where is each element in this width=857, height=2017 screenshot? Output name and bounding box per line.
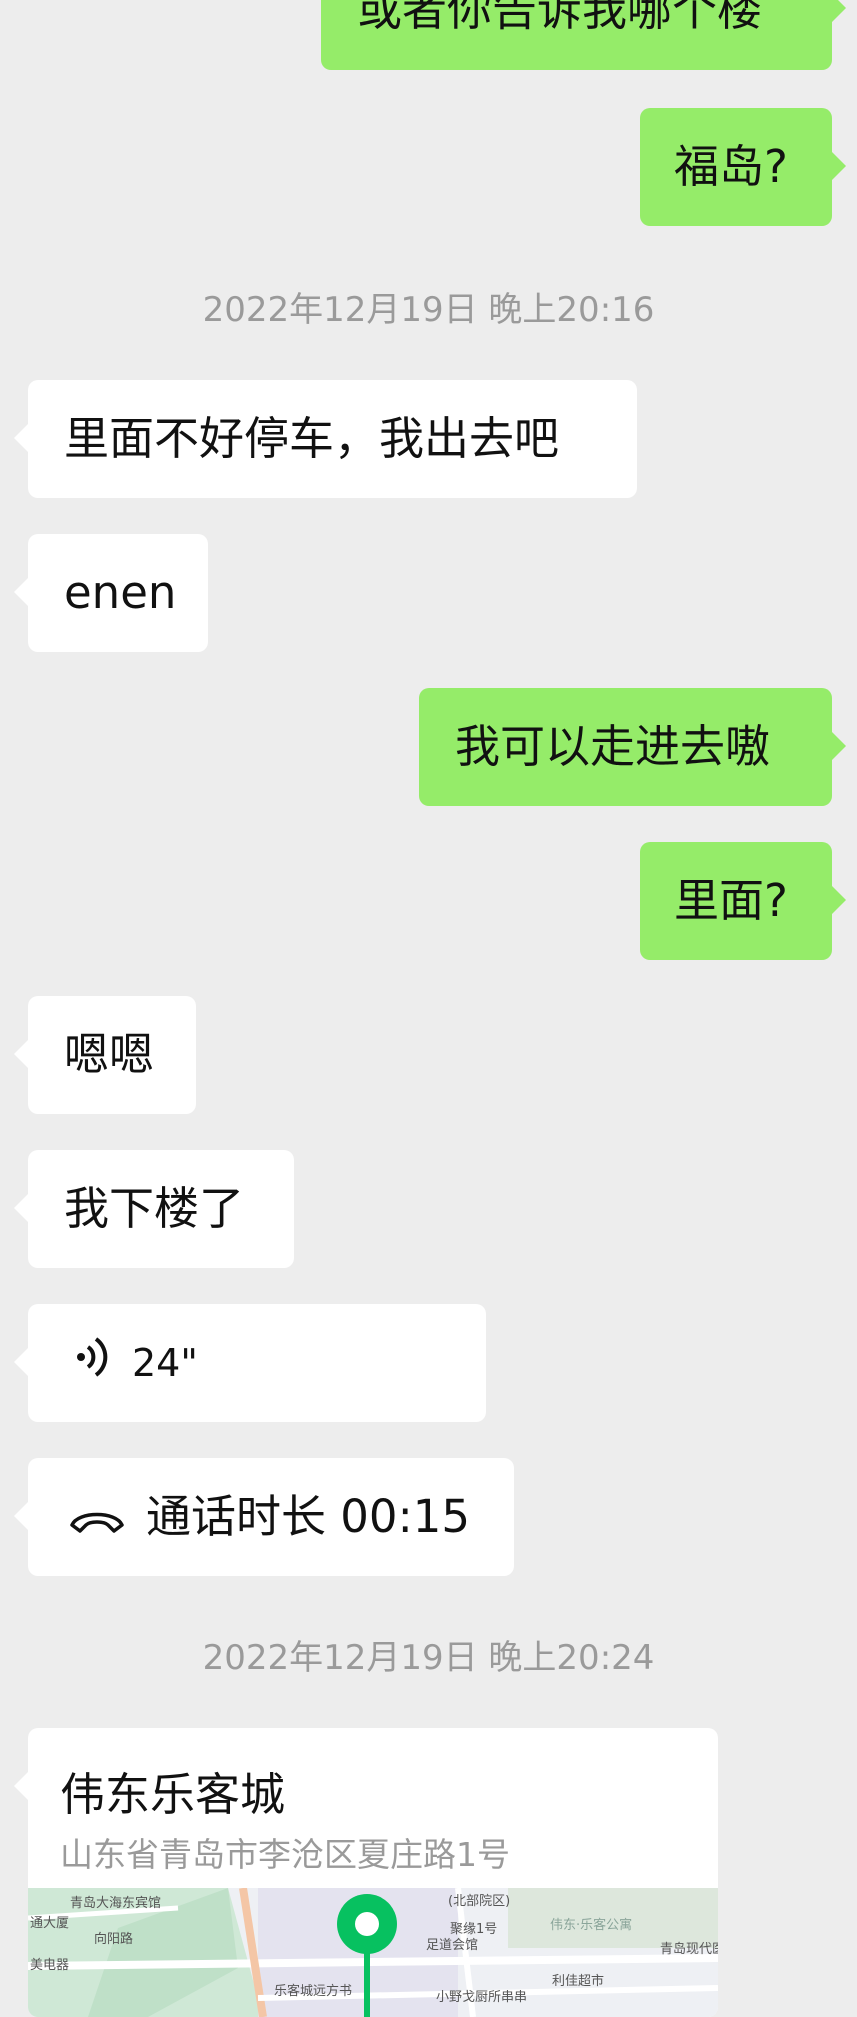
map-label: 美电器: [30, 1958, 70, 1973]
chat-bubble-other[interactable]: enen: [14, 534, 208, 652]
location-map[interactable]: 青岛大海东宾馆 通大厦 向阳路 美电器 (北部院区) 聚缘1号 足道会馆 伟东·…: [28, 1888, 718, 2017]
map-label: 足道会馆: [426, 1938, 479, 1953]
message-text: enen: [64, 566, 177, 619]
chat-bubble-self[interactable]: 或者你告诉我哪个楼: [321, 0, 846, 70]
message-text: 或者你告诉我哪个楼: [357, 0, 763, 36]
timestamp: 2022年12月19日 晚上20:24: [202, 1638, 655, 1678]
chat-bubble-other[interactable]: 嗯嗯: [14, 996, 196, 1114]
message-text: 里面不好停车，我出去吧: [64, 412, 560, 465]
phone-hangup-icon: [68, 1461, 126, 1579]
chat-bubble-other[interactable]: 我下楼了: [14, 1150, 294, 1268]
call-duration-text: 通话时长 00:15: [146, 1490, 470, 1543]
timestamp: 2022年12月19日 晚上20:16: [202, 290, 655, 330]
call-record[interactable]: 通话时长 00:15: [14, 1458, 514, 1579]
location-address: 山东省青岛市李沧区夏庄路1号: [60, 1835, 510, 1874]
location-pin-icon: [337, 1894, 397, 2017]
map-label: 青岛大海东宾馆: [70, 1896, 162, 1911]
message-text: 嗯嗯: [64, 1028, 155, 1081]
bubble-tail: [14, 1772, 28, 1800]
map-label: (北部院区): [448, 1894, 511, 1909]
message-text: 里面?: [674, 874, 788, 927]
map-label: 通大厦: [30, 1916, 70, 1931]
voice-wave-icon: [76, 1307, 110, 1425]
chat-bubble-self[interactable]: 我可以走进去嗷: [419, 688, 846, 806]
message-text: 我下楼了: [64, 1182, 245, 1235]
voice-duration: 24": [132, 1341, 198, 1385]
map-label: 小野戈厨所串串: [436, 1990, 528, 2005]
message-text: 我可以走进去嗷: [455, 720, 771, 773]
location-title: 伟东乐客城: [60, 1768, 286, 1821]
chat-bubble-self[interactable]: 福岛?: [640, 108, 846, 226]
chat-bubble-self[interactable]: 里面?: [640, 842, 846, 960]
chat-bubble-other[interactable]: 里面不好停车，我出去吧: [14, 380, 637, 498]
map-label: 青岛现代医: [660, 1942, 718, 1957]
map-label: 伟东·乐客公寓: [550, 1918, 633, 1933]
location-card[interactable]: 伟东乐客城 山东省青岛市李沧区夏庄路1号 青岛大海东宾馆 通大厦 向阳路 美电器…: [28, 1728, 718, 2017]
voice-message[interactable]: 24": [14, 1304, 486, 1425]
map-label: 利佳超市: [552, 1974, 605, 1989]
message-text: 福岛?: [674, 140, 788, 193]
map-label: 向阳路: [94, 1932, 134, 1947]
